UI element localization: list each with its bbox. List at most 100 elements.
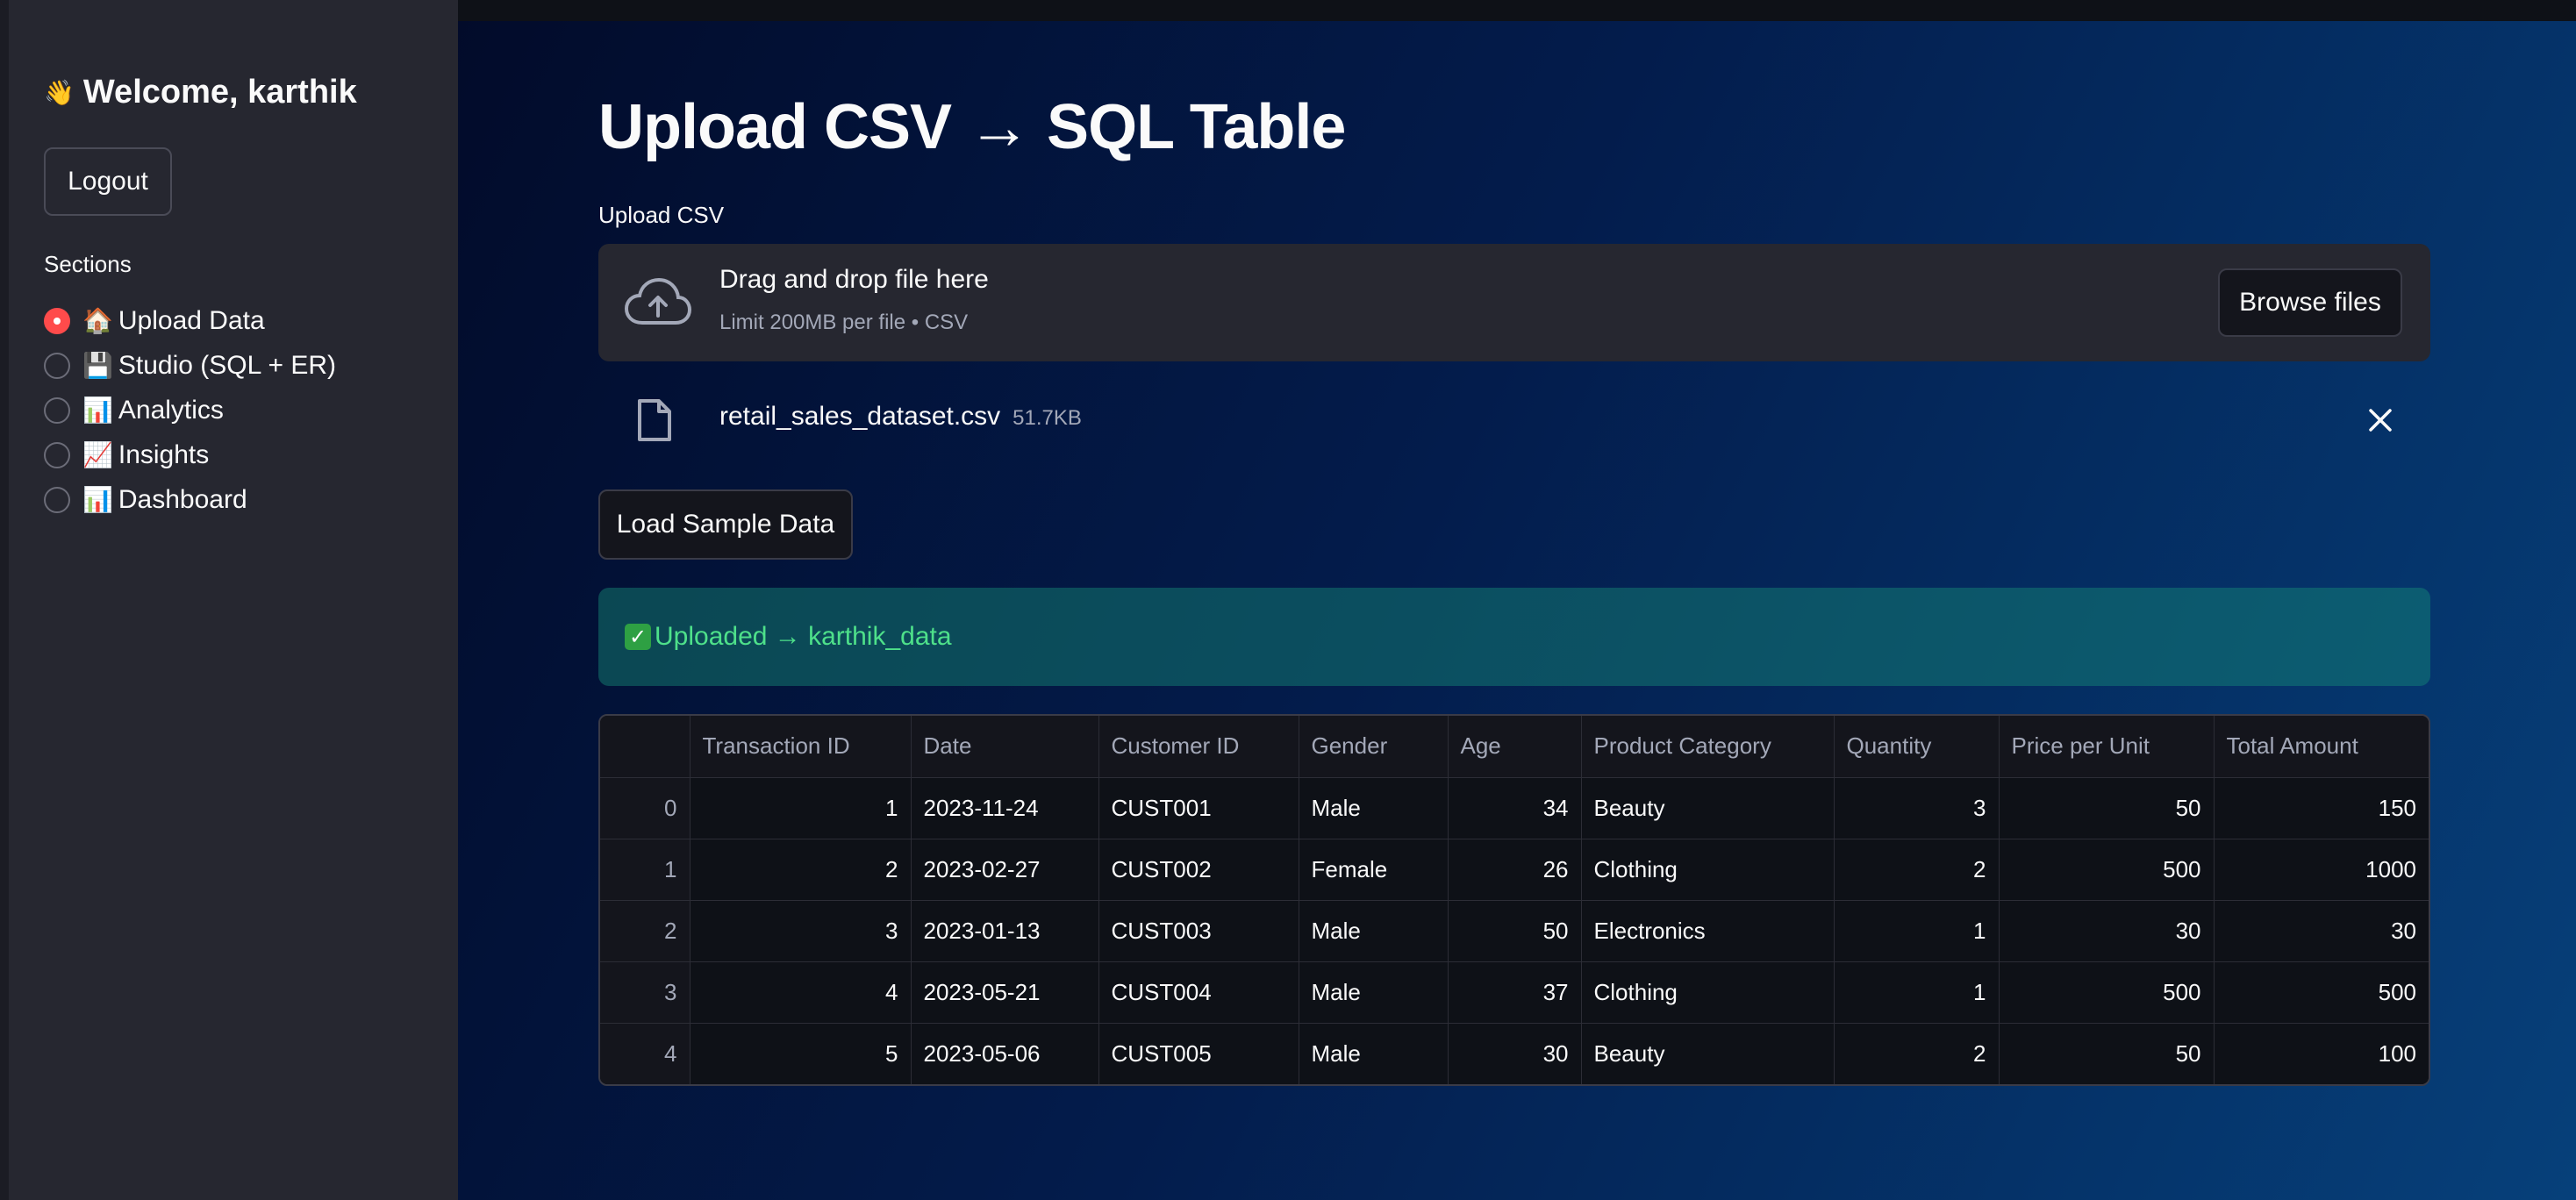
table-cell[interactable]: 2023-05-06: [911, 1023, 1099, 1084]
table-cell[interactable]: 50: [1999, 1023, 2215, 1084]
file-size: 51.7KB: [1013, 406, 1082, 430]
house-icon: 🏠: [82, 306, 113, 335]
table-cell[interactable]: CUST005: [1098, 1023, 1299, 1084]
row-index: 2: [600, 900, 691, 962]
table-cell[interactable]: Clothing: [1581, 839, 1835, 901]
table-cell[interactable]: 37: [1448, 961, 1582, 1024]
table-cell[interactable]: 1: [1834, 961, 2000, 1024]
column-header-date[interactable]: Date: [911, 716, 1099, 778]
table-body: 0 1 2023-11-24 CUST001 Male 34 Beauty 3 …: [600, 777, 2429, 1084]
welcome-text: Welcome, karthik: [82, 74, 357, 111]
cloud-upload-icon: [625, 277, 691, 325]
column-header-product-category[interactable]: Product Category: [1581, 716, 1835, 778]
table-cell[interactable]: CUST002: [1098, 839, 1299, 901]
table-cell[interactable]: 2023-01-13: [911, 900, 1099, 962]
radio-button-studio[interactable]: [44, 352, 70, 379]
table-row: 2 3 2023-01-13 CUST003 Male 50 Electroni…: [600, 900, 2429, 962]
sections-label: Sections: [44, 251, 132, 277]
bar-chart-icon: 📊: [82, 485, 113, 514]
file-name: retail_sales_dataset.csv 51.7KB: [719, 402, 1082, 432]
radio-button-upload-data[interactable]: [44, 307, 70, 334]
column-header-quantity[interactable]: Quantity: [1834, 716, 2000, 778]
table-cell[interactable]: 5: [690, 1023, 912, 1084]
table-cell[interactable]: 34: [1448, 777, 1582, 839]
radio-label-dashboard: Dashboard: [118, 484, 247, 514]
success-alert: ✓ Uploaded → karthik_data: [598, 588, 2430, 686]
radio-button-insights[interactable]: [44, 441, 70, 468]
column-header-age[interactable]: Age: [1448, 716, 1582, 778]
sections-radio-group: 🏠 Upload Data 💾 Studio (SQL + ER) 📊 Anal…: [44, 298, 336, 522]
table-cell[interactable]: 2: [1834, 839, 2000, 901]
table-cell[interactable]: Beauty: [1581, 1023, 1835, 1084]
logout-button[interactable]: Logout: [44, 147, 172, 216]
dropzone-subtitle: Limit 200MB per file • CSV: [719, 311, 969, 334]
top-bar: [458, 0, 2576, 21]
table-cell[interactable]: 50: [1999, 777, 2215, 839]
trending-chart-icon: 📈: [82, 440, 113, 469]
table-cell[interactable]: 30: [1999, 900, 2215, 962]
table-cell[interactable]: 500: [1999, 839, 2215, 901]
table-cell[interactable]: 3: [690, 900, 912, 962]
table-cell[interactable]: Male: [1299, 961, 1449, 1024]
table-cell[interactable]: CUST001: [1098, 777, 1299, 839]
radio-button-analytics[interactable]: [44, 396, 70, 424]
radio-label-studio: Studio (SQL + ER): [118, 350, 337, 380]
table-cell[interactable]: 3: [1834, 777, 2000, 839]
table-cell[interactable]: 30: [2214, 900, 2429, 962]
column-header-gender[interactable]: Gender: [1299, 716, 1449, 778]
radio-insights[interactable]: 📈 Insights: [44, 432, 336, 477]
table-cell[interactable]: 30: [1448, 1023, 1582, 1084]
table-cell[interactable]: 2: [690, 839, 912, 901]
radio-studio[interactable]: 💾 Studio (SQL + ER): [44, 343, 336, 388]
table-row: 3 4 2023-05-21 CUST004 Male 37 Clothing …: [600, 961, 2429, 1024]
table-cell[interactable]: 100: [2214, 1023, 2429, 1084]
radio-label-upload-data: Upload Data: [118, 305, 265, 335]
table-cell[interactable]: Beauty: [1581, 777, 1835, 839]
table-cell[interactable]: CUST004: [1098, 961, 1299, 1024]
table-cell[interactable]: 150: [2214, 777, 2429, 839]
uploaded-file-row: retail_sales_dataset.csv 51.7KB: [598, 389, 2430, 451]
sidebar-edge: [0, 0, 9, 1200]
table-cell[interactable]: 2: [1834, 1023, 2000, 1084]
close-icon[interactable]: [2365, 405, 2395, 435]
table-cell[interactable]: Male: [1299, 777, 1449, 839]
column-header-total-amount[interactable]: Total Amount: [2214, 716, 2429, 778]
row-index: 0: [600, 777, 691, 839]
table-cell[interactable]: 26: [1448, 839, 1582, 901]
table-cell[interactable]: CUST003: [1098, 900, 1299, 962]
column-header-transaction-id[interactable]: Transaction ID: [690, 716, 912, 778]
table-cell[interactable]: 2023-02-27: [911, 839, 1099, 901]
radio-dashboard[interactable]: 📊 Dashboard: [44, 477, 336, 522]
table-cell[interactable]: 1: [690, 777, 912, 839]
table-cell[interactable]: 50: [1448, 900, 1582, 962]
table-header: Transaction ID Date Customer ID Gender A…: [600, 716, 2429, 778]
table-cell[interactable]: Male: [1299, 1023, 1449, 1084]
radio-analytics[interactable]: 📊 Analytics: [44, 388, 336, 432]
table-cell[interactable]: Clothing: [1581, 961, 1835, 1024]
browse-files-button[interactable]: Browse files: [2218, 268, 2402, 337]
file-dropzone[interactable]: Drag and drop file here Limit 200MB per …: [598, 244, 2430, 361]
load-sample-data-button[interactable]: Load Sample Data: [598, 489, 853, 560]
table-cell[interactable]: 2023-05-21: [911, 961, 1099, 1024]
column-header-customer-id[interactable]: Customer ID: [1098, 716, 1299, 778]
radio-button-dashboard[interactable]: [44, 486, 70, 513]
bar-chart-icon: 📊: [82, 396, 113, 425]
table-cell[interactable]: 1: [1834, 900, 2000, 962]
table-cell[interactable]: 2023-11-24: [911, 777, 1099, 839]
data-table[interactable]: Transaction ID Date Customer ID Gender A…: [598, 714, 2430, 1086]
file-icon: [638, 399, 671, 441]
table-cell[interactable]: 4: [690, 961, 912, 1024]
table-cell[interactable]: 500: [1999, 961, 2215, 1024]
table-row: 1 2 2023-02-27 CUST002 Female 26 Clothin…: [600, 839, 2429, 901]
column-header-index[interactable]: [600, 716, 691, 778]
table-cell[interactable]: 1000: [2214, 839, 2429, 901]
radio-upload-data[interactable]: 🏠 Upload Data: [44, 298, 336, 343]
table-cell[interactable]: Male: [1299, 900, 1449, 962]
column-header-price-per-unit[interactable]: Price per Unit: [1999, 716, 2215, 778]
dropzone-title: Drag and drop file here: [719, 265, 989, 294]
table-cell[interactable]: Female: [1299, 839, 1449, 901]
page-title: Upload CSV → SQL Table: [598, 92, 1346, 162]
table-cell[interactable]: Electronics: [1581, 900, 1835, 962]
floppy-disk-icon: 💾: [82, 351, 113, 380]
table-cell[interactable]: 500: [2214, 961, 2429, 1024]
